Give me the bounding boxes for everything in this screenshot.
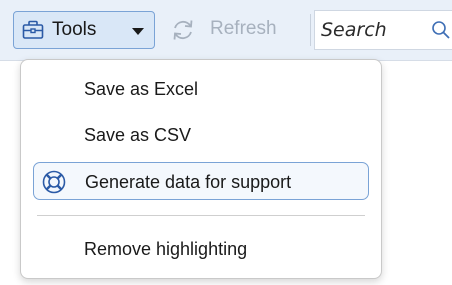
toolbar-divider [310, 14, 311, 46]
menu-item-label: Save as Excel [84, 79, 199, 99]
lifebuoy-icon [42, 170, 66, 194]
menu-item-save-excel[interactable]: Save as Excel [33, 70, 369, 108]
search-icon[interactable] [431, 20, 451, 40]
menu-item-label: Remove highlighting [84, 239, 248, 259]
caret-down-icon [132, 28, 144, 35]
refresh-label: Refresh [210, 18, 277, 39]
tools-menu-button[interactable]: Tools [13, 11, 155, 49]
menu-item-label: Generate data for support [85, 172, 292, 192]
menu-item-generate-support-data[interactable]: Generate data for support [33, 162, 369, 200]
tools-dropdown-menu: Save as Excel Save as CSV Generate data … [20, 59, 382, 279]
tools-label: Tools [52, 19, 97, 40]
menu-item-label: Save as CSV [84, 125, 192, 145]
toolbox-icon [22, 20, 44, 40]
search-box[interactable] [314, 10, 452, 50]
menu-item-save-csv[interactable]: Save as CSV [33, 116, 369, 154]
refresh-button[interactable]: Refresh [164, 11, 306, 49]
menu-divider [37, 215, 365, 216]
search-input[interactable] [321, 14, 425, 46]
refresh-icon [170, 17, 196, 43]
menu-item-remove-highlighting[interactable]: Remove highlighting [33, 230, 369, 268]
toolbar: Tools Refresh [0, 0, 452, 61]
